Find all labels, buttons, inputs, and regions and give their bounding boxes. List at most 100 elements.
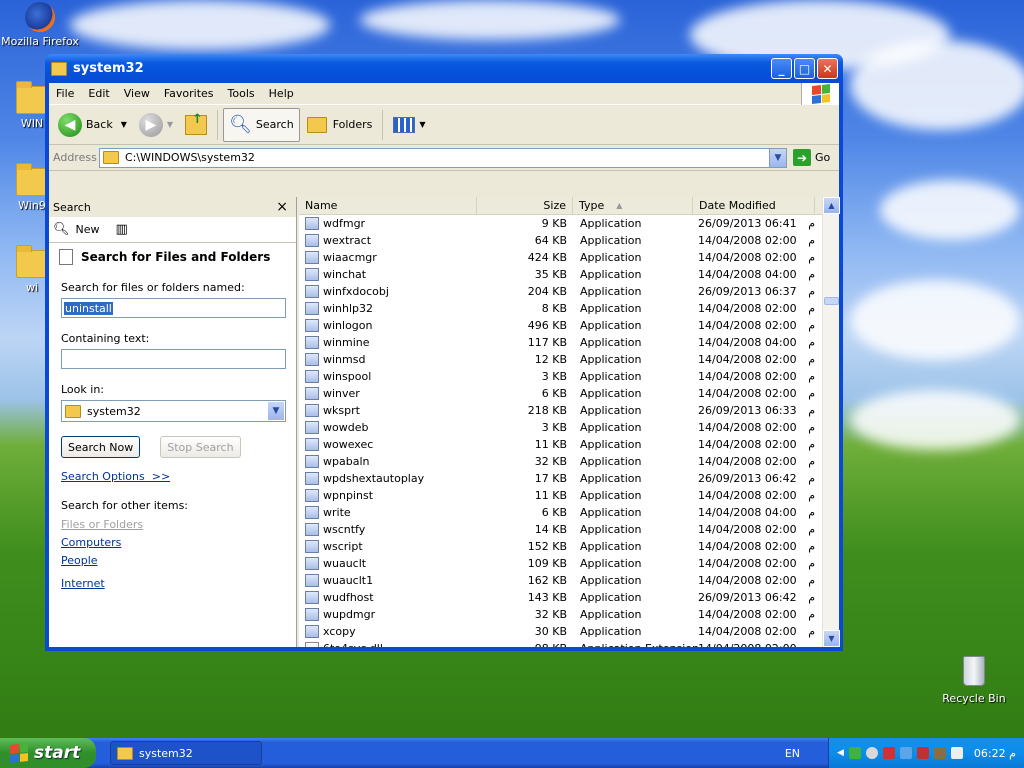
- file-name: winfxdocobj: [323, 285, 389, 298]
- close-button[interactable]: ✕: [817, 58, 838, 79]
- book-icon[interactable]: ▥: [116, 222, 128, 237]
- table-row[interactable]: winlogon 496 KB Application 14/04/2008 02:0…: [299, 317, 821, 334]
- table-row[interactable]: winfxdocobj 204 KB Application 26/09/2013 0…: [299, 283, 821, 300]
- table-row[interactable]: xcopy 30 KB Application 14/04/2008 02:00 م: [299, 623, 821, 640]
- maximize-button[interactable]: □: [794, 58, 815, 79]
- table-row[interactable]: wdfmgr 9 KB Application 26/09/2013 06:41 م: [299, 215, 821, 232]
- taskbar-item-system32[interactable]: system32: [110, 741, 262, 765]
- column-type[interactable]: Type ▲: [573, 197, 693, 214]
- file-size: 32 KB: [534, 608, 567, 621]
- table-row[interactable]: winchat 35 KB Application 14/04/2008 04:00 م: [299, 266, 821, 283]
- tray-collapse-icon[interactable]: ◀: [837, 748, 844, 758]
- file-date-ampm: م: [808, 302, 815, 315]
- scroll-thumb[interactable]: [824, 297, 839, 305]
- search-button[interactable]: 🔍︎ Search: [223, 107, 300, 142]
- column-size[interactable]: Size: [477, 197, 573, 214]
- tray-network-icon[interactable]: [865, 747, 878, 759]
- table-row[interactable]: wuauclt1 162 KB Application 14/04/2008 02:0…: [299, 572, 821, 589]
- files-or-folders-link[interactable]: Files or Folders: [61, 518, 284, 531]
- column-date[interactable]: Date Modified: [693, 197, 815, 214]
- new-search-button[interactable]: 🔍︎ New: [53, 222, 100, 237]
- tray-green-icon[interactable]: [848, 747, 861, 759]
- application-icon: [305, 421, 319, 434]
- minimize-button[interactable]: _: [771, 58, 792, 79]
- go-button[interactable]: ➔ Go: [793, 149, 835, 166]
- table-row[interactable]: wuauclt 109 KB Application 14/04/2008 02:00…: [299, 555, 821, 572]
- tray-volume-icon[interactable]: [950, 747, 963, 759]
- desktop-icon-firefox[interactable]: Mozilla Firefox: [0, 2, 80, 48]
- menu-tools[interactable]: Tools: [221, 87, 262, 100]
- chevron-down-icon[interactable]: ▼: [769, 148, 786, 167]
- tray-shield-icon[interactable]: [882, 747, 895, 759]
- file-type: Application: [580, 251, 642, 264]
- file-type: Application: [580, 608, 642, 621]
- language-indicator[interactable]: EN: [785, 747, 800, 760]
- up-folder-button[interactable]: ↑: [180, 108, 212, 142]
- application-icon: [305, 217, 319, 230]
- scroll-up-arrow-icon[interactable]: ▲: [823, 197, 840, 214]
- table-row[interactable]: winmine 117 KB Application 14/04/2008 04:00…: [299, 334, 821, 351]
- search-options-link[interactable]: Search Options >>: [61, 470, 284, 483]
- table-row[interactable]: wpnpinst 11 KB Application 14/04/2008 02:00…: [299, 487, 821, 504]
- menu-view[interactable]: View: [117, 87, 157, 100]
- file-name-cell: wdfmgr: [299, 217, 471, 230]
- table-row[interactable]: wowdeb 3 KB Application 14/04/2008 02:00 م: [299, 419, 821, 436]
- table-row[interactable]: winhlp32 8 KB Application 14/04/2008 02:00 م: [299, 300, 821, 317]
- address-input[interactable]: C:\WINDOWS\system32 ▼: [99, 147, 787, 168]
- start-button[interactable]: start: [0, 738, 96, 768]
- computers-link[interactable]: Computers: [61, 536, 284, 549]
- people-link[interactable]: People: [61, 554, 284, 567]
- table-row[interactable]: wextract 64 KB Application 14/04/2008 02:00…: [299, 232, 821, 249]
- file-date: 14/04/2008 02:00 م: [693, 370, 819, 383]
- table-row[interactable]: wscript 152 KB Application 14/04/2008 02:00…: [299, 538, 821, 555]
- table-row[interactable]: winver 6 KB Application 14/04/2008 02:00 م: [299, 385, 821, 402]
- menu-favorites[interactable]: Favorites: [157, 87, 221, 100]
- views-button[interactable]: ▼: [388, 108, 430, 142]
- table-row[interactable]: wupdmgr 32 KB Application 14/04/2008 02:00 م: [299, 606, 821, 623]
- application-icon: [305, 387, 319, 400]
- file-date-value: 14/04/2008 04:00: [698, 336, 797, 349]
- internet-link[interactable]: Internet: [61, 577, 284, 590]
- column-name[interactable]: Name: [299, 197, 477, 214]
- vertical-scrollbar[interactable]: ▲ ▼: [822, 197, 840, 647]
- menu-help[interactable]: Help: [262, 87, 301, 100]
- table-row[interactable]: wudfhost 143 KB Application 26/09/2013 06:4…: [299, 589, 821, 606]
- look-in-select[interactable]: system32 ▼: [61, 400, 286, 422]
- table-row[interactable]: winmsd 12 KB Application 14/04/2008 02:00 م: [299, 351, 821, 368]
- table-row[interactable]: wowexec 11 KB Application 14/04/2008 02:00 م: [299, 436, 821, 453]
- tray-tools-icon[interactable]: [933, 747, 946, 759]
- tray-update-icon[interactable]: [899, 747, 912, 759]
- chevron-down-icon[interactable]: ▼: [167, 120, 173, 129]
- tray-security-icon[interactable]: [916, 747, 929, 759]
- file-date-value: 14/04/2008 02:00: [698, 523, 797, 536]
- search-name-input[interactable]: uninstall: [61, 298, 286, 318]
- table-row[interactable]: 6to4svc.dll 98 KBApplication Extension14/…: [299, 640, 821, 647]
- back-button[interactable]: ◀ Back ▼: [53, 108, 132, 142]
- close-icon[interactable]: ×: [276, 199, 288, 215]
- clock[interactable]: 06:22 م: [974, 747, 1016, 760]
- stop-search-button[interactable]: Stop Search: [160, 436, 241, 458]
- address-bar: Address C:\WINDOWS\system32 ▼ ➔ Go: [49, 145, 839, 171]
- menu-edit[interactable]: Edit: [81, 87, 116, 100]
- scroll-down-arrow-icon[interactable]: ▼: [823, 630, 840, 647]
- file-date-value: 14/04/2008 02:00: [698, 319, 797, 332]
- new-search-icon: 🔍︎: [53, 222, 70, 237]
- table-row[interactable]: wscntfy 14 KB Application 14/04/2008 02:00 م: [299, 521, 821, 538]
- title-bar[interactable]: system32 _ □ ✕: [45, 54, 843, 83]
- search-now-button[interactable]: Search Now: [61, 436, 141, 458]
- table-row[interactable]: winspool 3 KB Application 14/04/2008 02:00 م: [299, 368, 821, 385]
- table-row[interactable]: wpdshextautoplay 17 KB Application 26/09/20…: [299, 470, 821, 487]
- forward-button[interactable]: ▶ ▼: [134, 108, 178, 142]
- desktop-icon-recycle-bin[interactable]: Recycle Bin: [934, 656, 1014, 705]
- chevron-down-icon[interactable]: ▼: [268, 402, 284, 420]
- folders-button[interactable]: Folders: [302, 108, 378, 142]
- table-row[interactable]: wksprt 218 KB Application 26/09/2013 06:33 م: [299, 402, 821, 419]
- containing-text-input[interactable]: [61, 349, 286, 369]
- table-row[interactable]: write 6 KB Application 14/04/2008 04:00 م: [299, 504, 821, 521]
- menu-file[interactable]: File: [49, 87, 81, 100]
- file-size: 12 KB: [534, 353, 567, 366]
- chevron-down-icon[interactable]: ▼: [121, 120, 127, 129]
- table-row[interactable]: wiaacmgr 424 KB Application 14/04/2008 02:0…: [299, 249, 821, 266]
- file-date: 14/04/2008 02:00 م: [693, 625, 819, 638]
- table-row[interactable]: wpabaln 32 KB Application 14/04/2008 02:00 م: [299, 453, 821, 470]
